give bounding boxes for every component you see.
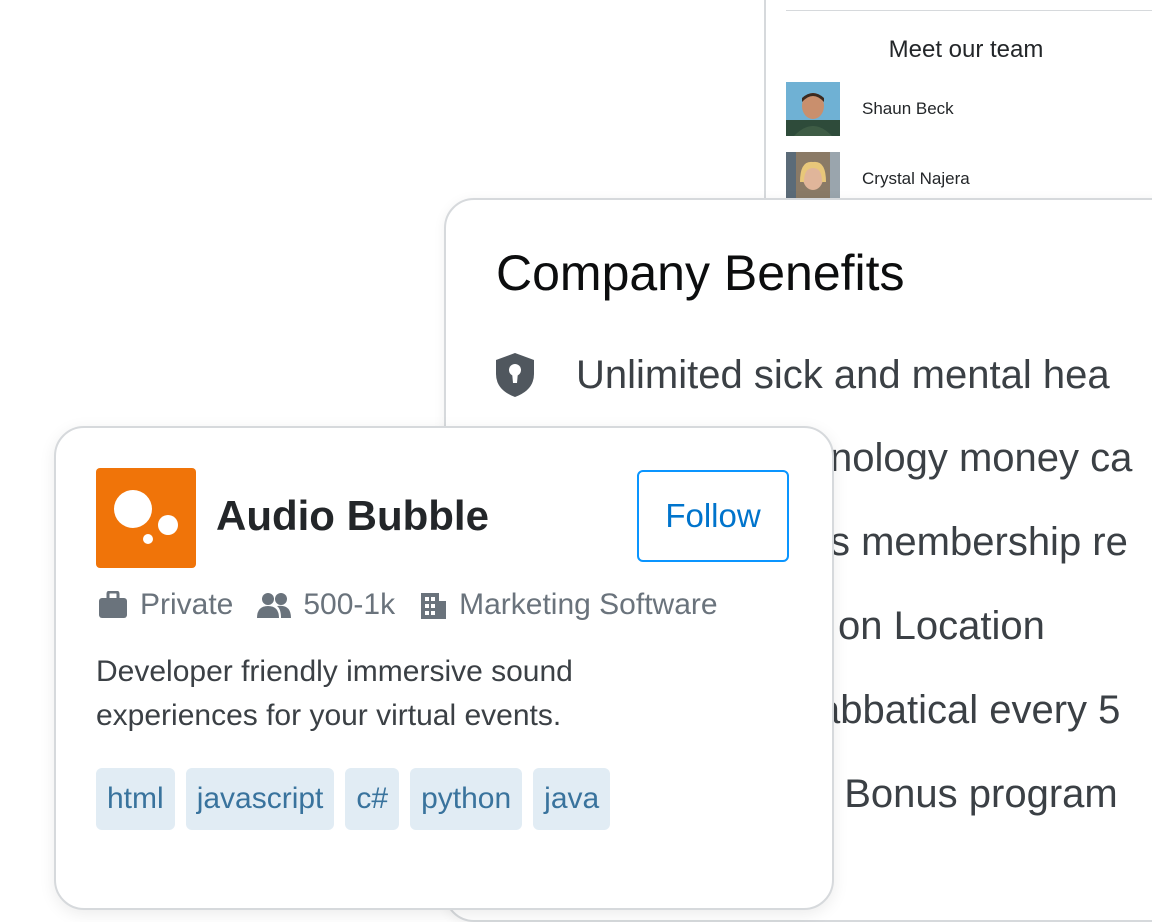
benefit-item: on Location	[838, 604, 1045, 649]
benefits-title: Company Benefits	[496, 245, 905, 301]
benefit-text: on Location	[838, 604, 1045, 648]
avatar	[786, 82, 840, 136]
description-line: Developer friendly immersive sound	[96, 655, 573, 688]
benefit-text: nology money ca	[830, 436, 1133, 480]
benefit-text: . Bonus program	[822, 772, 1118, 816]
briefcase-icon	[99, 591, 127, 618]
company-name[interactable]: Audio Bubble	[216, 492, 489, 540]
benefit-item: abbatical every 5	[818, 688, 1120, 733]
company-logo	[96, 468, 196, 568]
company-industry: Marketing Software	[459, 588, 718, 621]
meta-industry: Marketing Software	[419, 588, 718, 622]
tag-csharp[interactable]: c#	[345, 768, 400, 830]
benefit-text: Unlimited sick and mental hea	[576, 352, 1110, 397]
tag-html[interactable]: html	[96, 768, 175, 830]
benefit-item: . Bonus program	[822, 772, 1118, 817]
tag-python[interactable]: python	[410, 768, 523, 830]
follow-button[interactable]: Follow	[637, 470, 789, 562]
benefit-text: s membership re	[830, 520, 1128, 564]
speech-bubbles-icon	[114, 490, 178, 544]
shield-keyhole-icon	[492, 352, 538, 398]
team-title: Meet our team	[888, 36, 1044, 63]
member-name: Shaun Beck	[862, 99, 954, 118]
company-size: 500-1k	[303, 588, 396, 621]
member-name: Crystal Najera	[862, 169, 970, 188]
benefit-item: Unlimited sick and mental hea	[492, 352, 1110, 398]
company-meta: Private 500-1k Marketing Software	[98, 588, 742, 622]
company-card: Audio Bubble Follow Private 500-1k Marke…	[54, 426, 834, 910]
meta-type: Private	[98, 588, 233, 622]
people-icon	[257, 593, 292, 618]
tag-list: html javascript c# python java	[96, 768, 621, 830]
company-type: Private	[140, 588, 234, 621]
benefit-item: s membership re	[830, 520, 1128, 565]
meta-size: 500-1k	[257, 588, 395, 622]
tag-java[interactable]: java	[533, 768, 611, 830]
description-line: experiences for your virtual events.	[96, 699, 562, 732]
team-card: Meet our team Shaun Beck Crystal Najera	[764, 0, 1152, 220]
benefit-text: abbatical every 5	[818, 688, 1121, 732]
team-member[interactable]: Shaun Beck	[786, 82, 954, 136]
divider	[786, 10, 1152, 11]
benefit-item: nology money ca	[830, 436, 1132, 481]
building-icon	[421, 593, 447, 619]
company-description: Developer friendly immersive sound exper…	[96, 650, 716, 738]
tag-javascript[interactable]: javascript	[185, 768, 335, 830]
